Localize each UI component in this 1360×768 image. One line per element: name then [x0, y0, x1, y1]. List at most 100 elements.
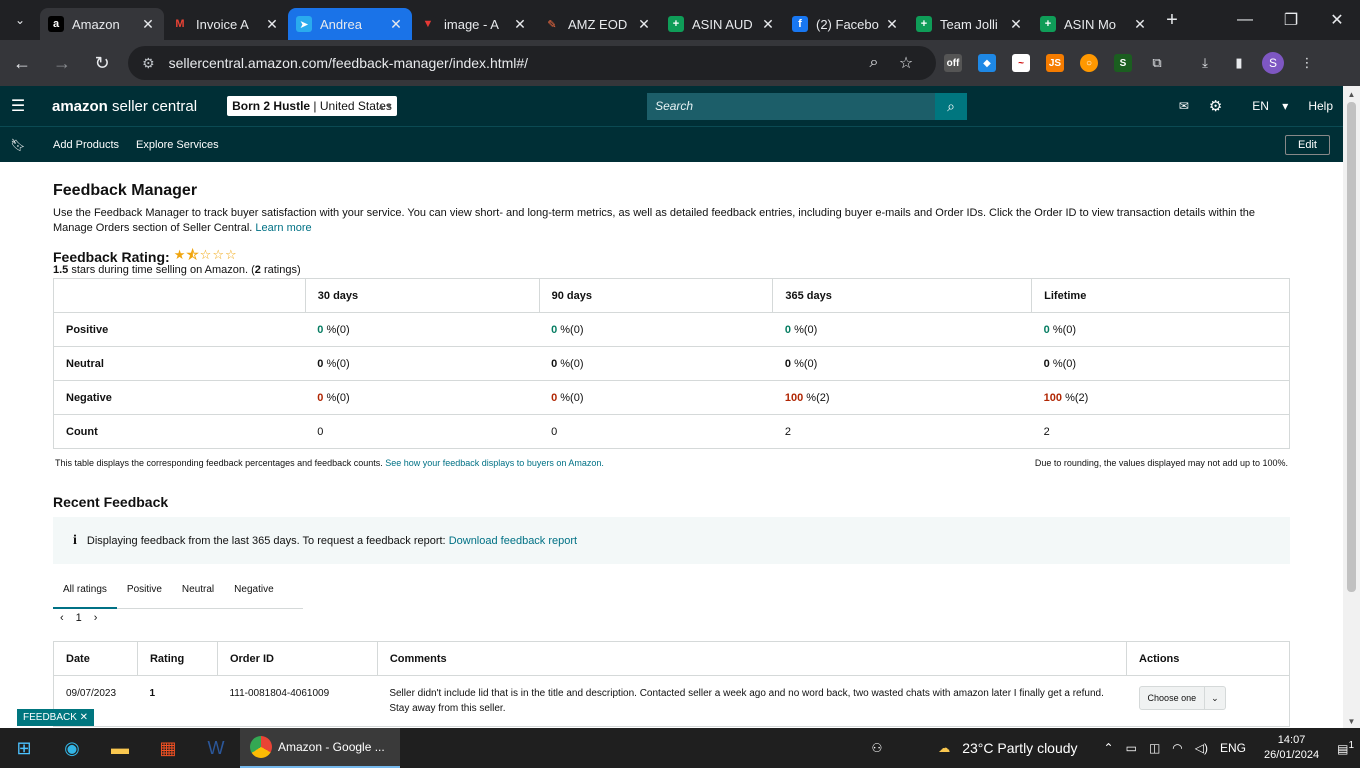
windows-start-icon[interactable]: ⊞	[0, 728, 48, 768]
weather-text[interactable]: 23°C Partly cloudy	[962, 740, 1077, 756]
extension-js-icon[interactable]: JS	[1038, 46, 1072, 80]
tab-close-icon[interactable]: ✕	[884, 16, 900, 33]
extensions-puzzle-icon[interactable]: ⧉	[1140, 46, 1174, 80]
browser-tab[interactable]: ▼ image - A ✕	[412, 8, 536, 40]
page-scrollbar[interactable]: ▲ ▼	[1343, 86, 1360, 728]
taskbar-chrome-app[interactable]: Amazon - Google ...	[240, 728, 400, 768]
edit-button[interactable]: Edit	[1285, 134, 1330, 155]
next-page-icon[interactable]: ›	[94, 612, 98, 624]
tab-close-icon[interactable]: ✕	[388, 16, 404, 33]
profile-avatar[interactable]: S	[1256, 46, 1290, 80]
page-number[interactable]: 1	[76, 612, 82, 624]
download-report-link[interactable]: Download feedback report	[449, 535, 577, 547]
tab-close-icon[interactable]: ✕	[512, 16, 528, 33]
microsoft-store-icon[interactable]: ▦	[144, 728, 192, 768]
tab-search-chevron-icon[interactable]: ⌄	[0, 0, 40, 40]
restore-icon[interactable]: ❐	[1268, 0, 1314, 40]
tab-close-icon[interactable]: ✕	[1008, 16, 1024, 33]
browser-menu-icon[interactable]: ⋮	[1290, 46, 1324, 80]
prev-page-icon[interactable]: ‹	[60, 612, 64, 624]
forward-arrow-icon[interactable]: →	[44, 45, 80, 81]
minimize-icon[interactable]: —	[1222, 0, 1268, 40]
weather-icon[interactable]: ☁	[938, 741, 950, 755]
back-arrow-icon[interactable]: ←	[4, 45, 40, 81]
word-icon[interactable]: W	[192, 728, 240, 768]
search-icon[interactable]: ⌕	[935, 92, 968, 120]
tab-close-icon[interactable]: ✕	[140, 16, 156, 33]
filter-tab[interactable]: Negative	[224, 580, 283, 609]
metrics-cell: 0 %(0)	[305, 380, 540, 415]
clock[interactable]: 14:07 26/01/2024	[1264, 733, 1319, 763]
page-description: Use the Feedback Manager to track buyer …	[53, 207, 1255, 234]
mail-icon[interactable]: ✉	[1179, 99, 1189, 113]
actions-dropdown[interactable]: Choose one ⌄	[1138, 686, 1226, 710]
scroll-down-icon[interactable]: ▼	[1343, 717, 1360, 726]
tray-chevron-icon[interactable]: ⌃	[1104, 741, 1114, 755]
side-panel-icon[interactable]: ▮	[1222, 46, 1256, 80]
filter-tab[interactable]: Neutral	[172, 580, 224, 609]
feedback-tag[interactable]: FEEDBACK ✕	[17, 709, 95, 726]
address-bar[interactable]: ⚙ sellercentral.amazon.com/feedback-mana…	[128, 46, 936, 80]
search-input[interactable]	[647, 92, 936, 120]
extension-circle-icon[interactable]: ○	[1072, 46, 1106, 80]
help-link[interactable]: Help	[1308, 99, 1333, 113]
tab-close-icon[interactable]: ✕	[636, 16, 652, 33]
info-banner: i Displaying feedback from the last 365 …	[53, 517, 1290, 564]
extension-chart-icon[interactable]: ~	[1004, 46, 1038, 80]
tab-close-icon[interactable]: ✕	[264, 16, 280, 33]
feedback-metrics-table: 30 days 90 days 365 days Lifetime Positive 0…	[53, 278, 1290, 449]
file-explorer-icon[interactable]: ▬	[96, 728, 144, 768]
subnav-add-products[interactable]: Add Products	[53, 139, 119, 151]
browser-tab[interactable]: a Amazon ✕	[40, 8, 164, 40]
reload-icon[interactable]: ↻	[84, 45, 120, 81]
browser-tab[interactable]: + ASIN AUD ✕	[660, 8, 784, 40]
zoom-icon[interactable]: ⌕	[858, 54, 890, 72]
edge-browser-icon[interactable]: ◉	[48, 728, 96, 768]
site-settings-icon[interactable]: ⚙	[142, 55, 155, 72]
rating-summary: 1.5 stars during time selling on Amazon.…	[53, 264, 301, 276]
chrome-icon	[250, 736, 272, 758]
browser-tab[interactable]: + ASIN Mo ✕	[1032, 8, 1156, 40]
browser-tab[interactable]: M Invoice A ✕	[164, 8, 288, 40]
seller-central-logo[interactable]: amazon seller central	[52, 98, 197, 115]
browser-tab[interactable]: ✎ AMZ EOD ✕	[536, 8, 660, 40]
browser-tab[interactable]: ➤ Andrea ✕	[288, 8, 412, 40]
filter-tab[interactable]: All ratings	[53, 580, 117, 609]
search-box: ⌕	[647, 92, 968, 120]
metrics-column-header: 90 days	[538, 278, 773, 313]
filter-tab[interactable]: Positive	[117, 580, 172, 609]
browser-tab[interactable]: f (2) Facebo ✕	[784, 8, 908, 40]
gear-icon[interactable]: ⚙	[1209, 97, 1222, 115]
extension-s-icon[interactable]: S	[1106, 46, 1140, 80]
battery-icon[interactable]: ▭	[1126, 741, 1137, 755]
new-tab-plus-icon[interactable]: +	[1156, 9, 1188, 32]
learn-more-link[interactable]: Learn more	[255, 222, 311, 234]
scroll-up-icon[interactable]: ▲	[1343, 90, 1360, 99]
tab-close-icon[interactable]: ✕	[1132, 16, 1148, 33]
metrics-row-label: Neutral	[53, 346, 306, 381]
tab-favicon-icon: f	[792, 16, 808, 32]
bookmark-star-icon[interactable]: ☆	[890, 53, 922, 73]
meet-icon[interactable]: ◫	[1149, 741, 1160, 755]
volume-icon[interactable]: ◁)	[1195, 741, 1208, 755]
extension-diamond-icon[interactable]: ◆	[970, 46, 1004, 80]
tab-close-icon[interactable]: ✕	[760, 16, 776, 33]
close-window-icon[interactable]: ✕	[1314, 0, 1360, 40]
hamburger-menu-icon[interactable]: ☰	[0, 96, 36, 116]
download-icon[interactable]: ⤓	[1188, 46, 1222, 80]
scroll-thumb[interactable]	[1347, 102, 1356, 592]
bookmark-icon[interactable]: 🔖︎	[0, 138, 36, 152]
input-language[interactable]: ENG	[1220, 741, 1246, 755]
browser-tab[interactable]: + Team Jolli ✕	[908, 8, 1032, 40]
language-selector[interactable]: EN ▾	[1242, 99, 1288, 113]
buyer-display-link[interactable]: See how your feedback displays to buyers…	[385, 458, 604, 468]
order-id-link[interactable]: 111-0081804-4061009	[217, 676, 377, 727]
notification-icon[interactable]: ▤1	[1337, 740, 1354, 756]
subnav-explore-services[interactable]: Explore Services	[136, 139, 219, 151]
store-selector[interactable]: Born 2 Hustle | United States ▲▼	[227, 96, 398, 116]
wifi-icon[interactable]: ◠	[1172, 741, 1182, 755]
people-icon[interactable]: ⚇	[871, 741, 882, 755]
extension-off-icon[interactable]: off	[936, 46, 970, 80]
metrics-cell: 0 %(0)	[539, 312, 773, 347]
tab-favicon-icon: ▼	[420, 16, 436, 32]
